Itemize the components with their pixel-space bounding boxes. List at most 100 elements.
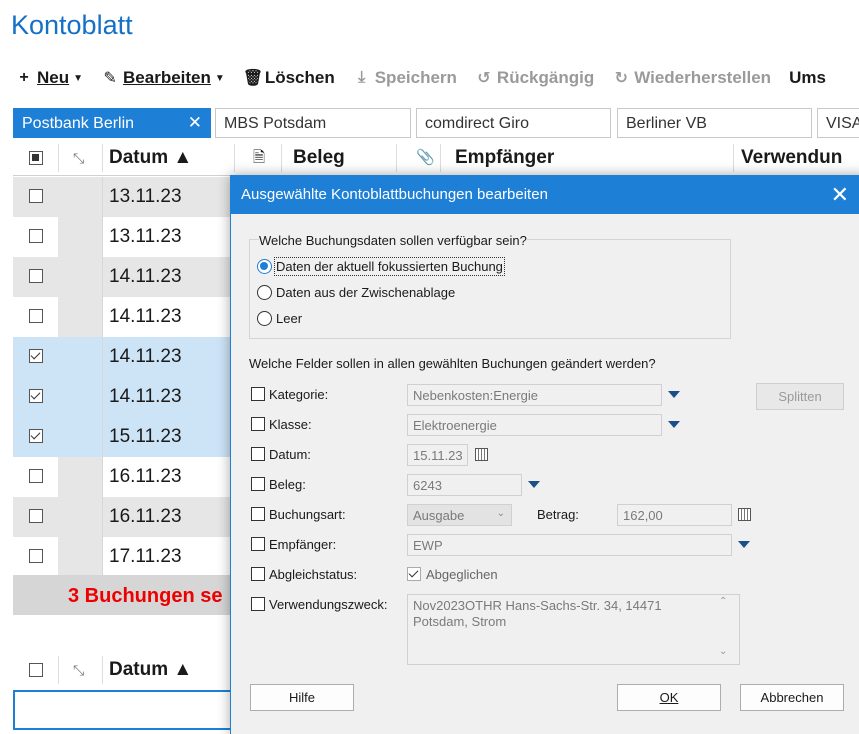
chevron-down-icon: ⌄ (496, 508, 505, 519)
row-checkbox[interactable] (29, 469, 43, 483)
ums-button[interactable]: Ums (789, 68, 826, 88)
abgeglichen-label: Abgeglichen (426, 567, 498, 582)
row-checkbox[interactable] (29, 269, 43, 283)
verwendungszweck-label: Verwendungszweck: (269, 597, 388, 612)
data-source-label: Welche Buchungsdaten sollen verfügbar se… (259, 233, 527, 248)
new-button[interactable]: + Neu ▼ (15, 68, 83, 88)
chevron-down-icon: ▼ (73, 72, 84, 84)
beleg-label: Beleg: (269, 477, 306, 492)
beleg-field[interactable]: 6243 (407, 474, 522, 496)
delete-button[interactable]: 🗑 Löschen (243, 68, 335, 88)
radio-empty[interactable] (257, 311, 272, 326)
save-button[interactable]: ⤓ Speichern (353, 68, 457, 88)
verwendungszweck-field[interactable]: Nov2023OTHR Hans-Sachs-Str. 34, 14471 Po… (407, 594, 740, 665)
table-header: ⤡ Datum ▲ 🗎 Beleg 📎 Empfänger Verwendun (13, 140, 859, 176)
row-checkbox[interactable] (29, 389, 43, 403)
scroll-up-icon[interactable]: ⌃ (719, 596, 727, 607)
empfaenger-field[interactable]: EWP (407, 534, 732, 556)
select-all-checkbox[interactable] (29, 663, 43, 677)
column-divider (102, 144, 103, 172)
radio-label[interactable]: Leer (276, 311, 302, 326)
abgeglichen-checkbox[interactable] (407, 567, 421, 581)
tab-visa[interactable]: VISA (817, 108, 859, 138)
empfaenger-label: Empfänger: (269, 537, 337, 552)
betrag-field[interactable]: 162,00 (617, 504, 732, 526)
edit-button[interactable]: ✎ Bearbeiten ▼ (101, 68, 225, 88)
toolbar: + Neu ▼ ✎ Bearbeiten ▼ 🗑 Löschen ⤓ Speichern ↺… (15, 66, 844, 90)
download-icon: ⤓ (358, 69, 366, 86)
close-icon[interactable]: ✕ (188, 113, 202, 133)
pencil-icon: ✎ (103, 70, 117, 87)
abgleichstatus-label: Abgleichstatus: (269, 567, 358, 582)
row-checkbox[interactable] (29, 429, 43, 443)
row-checkbox[interactable] (29, 509, 43, 523)
kategorie-label: Kategorie: (269, 387, 329, 402)
scroll-down-icon[interactable]: ⌄ (719, 646, 727, 657)
row-checkbox[interactable] (29, 549, 43, 563)
chevron-down-icon: ▼ (214, 72, 225, 84)
kategorie-field[interactable]: Nebenkosten:Energie (407, 384, 662, 406)
calendar-icon[interactable] (475, 448, 488, 461)
kategorie-checkbox[interactable] (251, 387, 265, 401)
klasse-field[interactable]: Elektroenergie (407, 414, 662, 436)
tab-mbs-potsdam[interactable]: MBS Potsdam (215, 108, 411, 138)
klasse-checkbox[interactable] (251, 417, 265, 431)
help-button[interactable]: Hilfe (250, 684, 354, 711)
betrag-label: Betrag: (537, 507, 579, 522)
datum-label: Datum: (269, 447, 311, 462)
indeterminate-icon (32, 154, 39, 161)
redo-button[interactable]: ↻ Wiederherstellen (612, 68, 772, 88)
chevron-down-icon[interactable] (528, 481, 540, 488)
column-header-empfaenger[interactable]: Empfänger (455, 140, 554, 176)
row-checkbox[interactable] (29, 229, 43, 243)
split-icon[interactable]: ⤡ (73, 652, 84, 688)
abgleichstatus-checkbox[interactable] (251, 567, 265, 581)
column-header-verwendung[interactable]: Verwendun (741, 140, 842, 176)
empfaenger-checkbox[interactable] (251, 537, 265, 551)
calculator-icon[interactable] (738, 508, 751, 521)
buchungsart-select[interactable]: Ausgabe ⌄ (407, 504, 512, 526)
chevron-down-icon[interactable] (738, 541, 750, 548)
beleg-checkbox[interactable] (251, 477, 265, 491)
column-divider (733, 144, 734, 172)
cancel-button[interactable]: Abbrechen (740, 684, 844, 711)
buchungsart-label: Buchungsart: (269, 507, 346, 522)
buchungsart-checkbox[interactable] (251, 507, 265, 521)
column-header-datum[interactable]: Datum ▲ (109, 140, 192, 176)
dialog-title: Ausgewählte Kontoblattbuchungen bearbeit… (231, 176, 859, 214)
chevron-down-icon[interactable] (668, 421, 680, 428)
kontoblatt-window: Kontoblatt + Neu ▼ ✎ Bearbeiten ▼ 🗑 Löschen ⤓… (0, 0, 859, 734)
row-checkbox[interactable] (29, 349, 43, 363)
plus-icon: + (19, 69, 29, 86)
edit-bookings-dialog: Ausgewählte Kontoblattbuchungen bearbeit… (230, 175, 859, 734)
column-header-beleg[interactable]: Beleg (293, 140, 345, 176)
document-icon[interactable]: 🗎 (253, 140, 265, 176)
split-icon[interactable]: ⤡ (73, 140, 84, 176)
fields-question: Welche Felder sollen in allen gewählten … (249, 356, 656, 371)
redo-icon: ↻ (614, 70, 628, 87)
tab-postbank-berlin[interactable]: Postbank Berlin ✕ (13, 108, 211, 138)
row-checkbox[interactable] (29, 309, 43, 323)
radio-label[interactable]: Daten der aktuell fokussierten Buchung (274, 257, 505, 276)
page-title: Kontoblatt (11, 10, 133, 40)
column-divider (102, 656, 103, 684)
chevron-down-icon[interactable] (668, 391, 680, 398)
radio-label[interactable]: Daten aus der Zwischenablage (276, 285, 455, 300)
row-checkbox[interactable] (29, 189, 43, 203)
undo-icon: ↺ (477, 70, 491, 87)
radio-clipboard[interactable] (257, 285, 272, 300)
attachment-icon[interactable]: 📎 (416, 140, 435, 176)
undo-button[interactable]: ↺ Rückgängig (475, 68, 594, 88)
column-divider (440, 144, 441, 172)
verwendungszweck-checkbox[interactable] (251, 597, 265, 611)
datum-checkbox[interactable] (251, 447, 265, 461)
column-header-datum[interactable]: Datum ▲ (109, 652, 192, 688)
datum-field[interactable]: 15.11.23 (407, 444, 468, 466)
radio-focused-booking[interactable] (257, 259, 272, 274)
tab-berliner-vb[interactable]: Berliner VB (617, 108, 812, 138)
split-button[interactable]: Splitten (756, 383, 844, 410)
close-icon[interactable]: ✕ (831, 176, 849, 214)
ok-button[interactable]: OK (617, 684, 721, 711)
select-all-checkbox[interactable] (29, 151, 43, 165)
tab-comdirect-giro[interactable]: comdirect Giro (416, 108, 611, 138)
